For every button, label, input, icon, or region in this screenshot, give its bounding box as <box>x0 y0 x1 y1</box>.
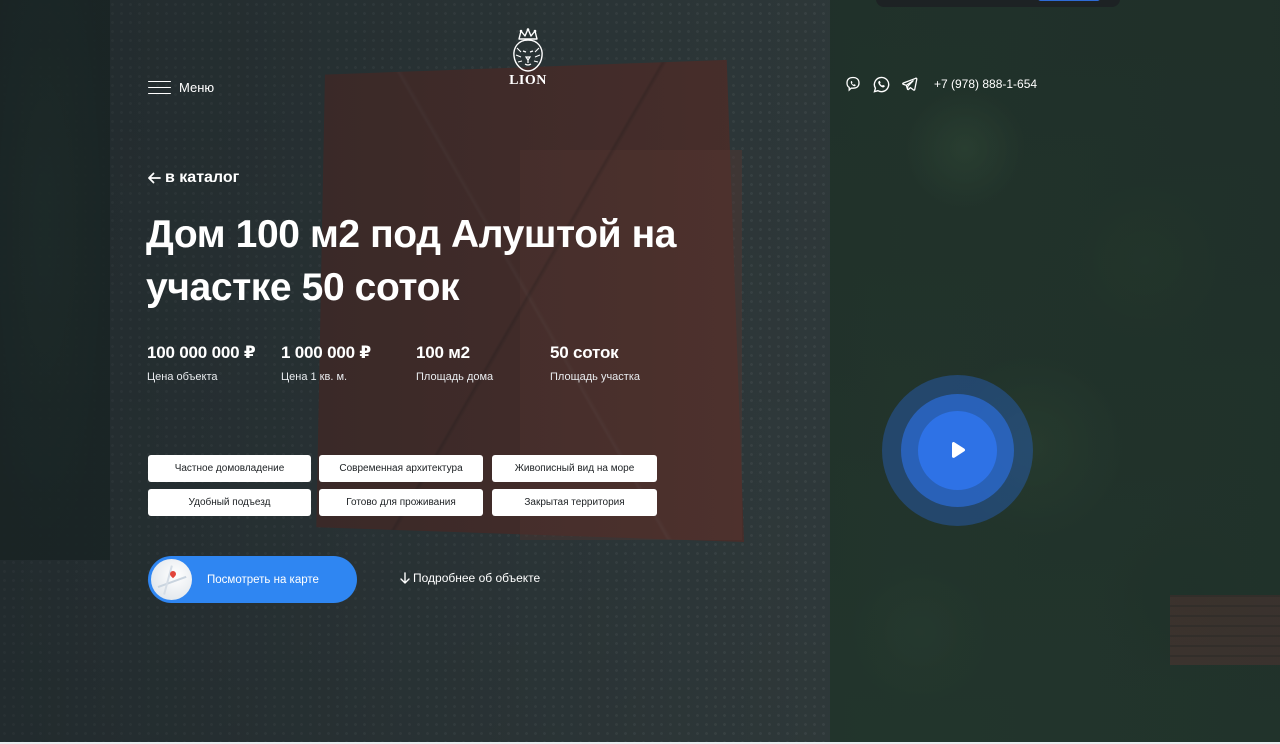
stat-value: 100 м2 <box>416 343 470 362</box>
menu-label: Меню <box>179 79 215 95</box>
view-on-map-button[interactable]: Посмотреть на карте <box>148 556 357 603</box>
map-thumbnail <box>151 559 192 600</box>
feature-tag[interactable]: Закрытая территория <box>492 489 657 516</box>
stat-value: 50 соток <box>550 343 619 362</box>
arrow-down-icon <box>400 572 410 584</box>
feature-tag[interactable]: Готово для проживания <box>319 489 483 516</box>
map-button-label: Посмотреть на карте <box>207 573 319 586</box>
more-details-link[interactable]: Подробнее об объекте <box>400 571 540 585</box>
arrow-left-icon <box>148 172 161 184</box>
logo-text: LION <box>509 73 547 88</box>
stat-label: Цена 1 кв. м. <box>281 371 348 383</box>
feature-tag[interactable]: Современная архитектура <box>319 455 483 482</box>
hamburger-icon <box>148 80 171 95</box>
telegram-icon[interactable] <box>900 75 918 93</box>
stat-label: Площадь дома <box>416 371 494 383</box>
play-video-button[interactable] <box>882 375 1033 526</box>
phone-link[interactable]: +7 (978) 888-1-654 <box>934 77 1037 91</box>
stat-price: 100 000 000 ₽ Цена объекта <box>147 340 257 385</box>
stat-price-per-sqm: 1 000 000 ₽ Цена 1 кв. м. <box>281 340 406 385</box>
details-link-label: Подробнее об объекте <box>413 571 541 585</box>
viber-icon[interactable] <box>844 75 862 93</box>
map-pin-icon <box>168 569 178 579</box>
stat-label: Площадь участка <box>550 371 640 383</box>
page-title: Дом 100 м2 под Алуштой на участке 50 сот… <box>146 213 677 309</box>
top-overlay-bar <box>876 0 1120 7</box>
feature-tag[interactable]: Удобный подъезд <box>148 489 311 516</box>
lion-crown-icon <box>513 28 543 72</box>
whatsapp-icon[interactable] <box>872 75 890 93</box>
stat-value: 1 000 000 ₽ <box>281 343 371 362</box>
back-link-label: в каталог <box>165 169 240 186</box>
stat-label: Цена объекта <box>147 371 218 383</box>
stat-land-area: 50 соток Площадь участка <box>550 340 680 385</box>
back-to-catalog-link[interactable]: в каталог <box>147 169 239 187</box>
stat-value: 100 000 000 ₽ <box>147 343 256 362</box>
logo[interactable]: LION <box>500 28 556 90</box>
feature-tag[interactable]: Живописный вид на море <box>492 455 657 482</box>
stat-house-area: 100 м2 Площадь дома <box>416 340 536 385</box>
feature-tag[interactable]: Частное домовладение <box>148 455 311 482</box>
contacts: +7 (978) 888-1-654 <box>844 75 1037 93</box>
play-icon <box>951 441 965 458</box>
menu-button[interactable]: Меню <box>148 78 214 96</box>
